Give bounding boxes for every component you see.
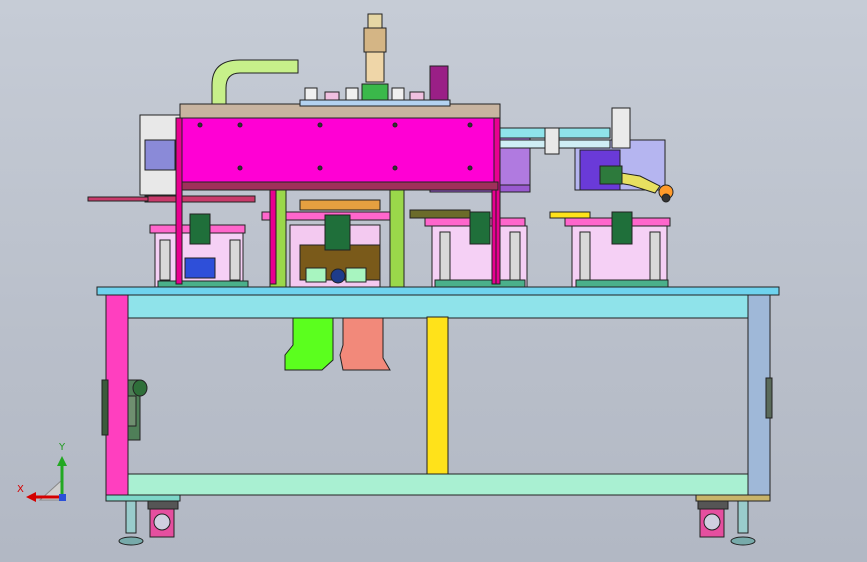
caster-left [118,500,179,546]
left-handwheel [127,379,148,441]
axis-y-label: Y [59,442,66,453]
discharge-chutes [284,317,391,371]
axis-z-marker [59,494,66,501]
machine-assembly-drawing [26,13,780,546]
axis-y-arrowhead [57,456,67,466]
station-2-center [261,189,405,288]
caster-right [697,500,756,546]
axis-x-label: X [17,484,24,495]
base-frame [96,286,780,502]
axis-triad [26,456,67,502]
cad-viewport[interactable]: X Y [0,0,867,562]
top-assembly [211,13,451,107]
axis-x-arrowhead [26,492,36,502]
